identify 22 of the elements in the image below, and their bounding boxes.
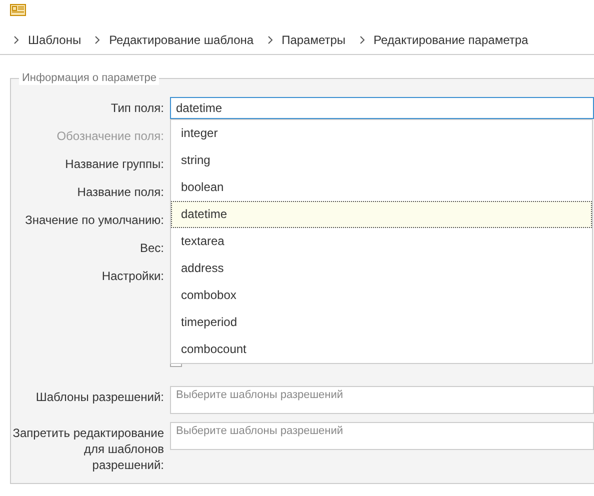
field-label: Значение по умолчанию:	[24, 212, 165, 228]
breadcrumb-link[interactable]: Редактирование параметра	[360, 33, 528, 47]
chevron-icon	[360, 36, 365, 44]
chevron-icon	[14, 36, 19, 44]
field-label: Тип поля:	[110, 100, 165, 116]
field-label: Название группы:	[64, 156, 165, 172]
chevron-icon	[268, 36, 273, 44]
permission-templates-field[interactable]: Выберите шаблоны разрешений	[170, 422, 594, 450]
field-label: Настройки:	[100, 268, 165, 284]
card-icon	[10, 4, 26, 16]
field-label: Название поля:	[76, 184, 165, 200]
field-label: Обозначение поля:	[56, 128, 165, 144]
panel-legend: Информация о параметре	[19, 71, 160, 85]
breadcrumb-link[interactable]: Параметры	[268, 33, 346, 47]
dropdown-option[interactable]: datetime	[171, 201, 592, 228]
breadcrumb-link[interactable]: Шаблоны	[14, 33, 82, 47]
chevron-icon	[95, 36, 100, 44]
field-label: Вес:	[138, 240, 165, 256]
breadcrumb-link[interactable]: Редактирование шаблона	[95, 33, 254, 47]
field-label: Шаблоны разрешений:	[34, 389, 165, 405]
permission-templates-field[interactable]: Выберите шаблоны разрешений	[170, 386, 594, 414]
field-label: Запретить редактирование для шаблонов разрешений:	[12, 425, 165, 473]
